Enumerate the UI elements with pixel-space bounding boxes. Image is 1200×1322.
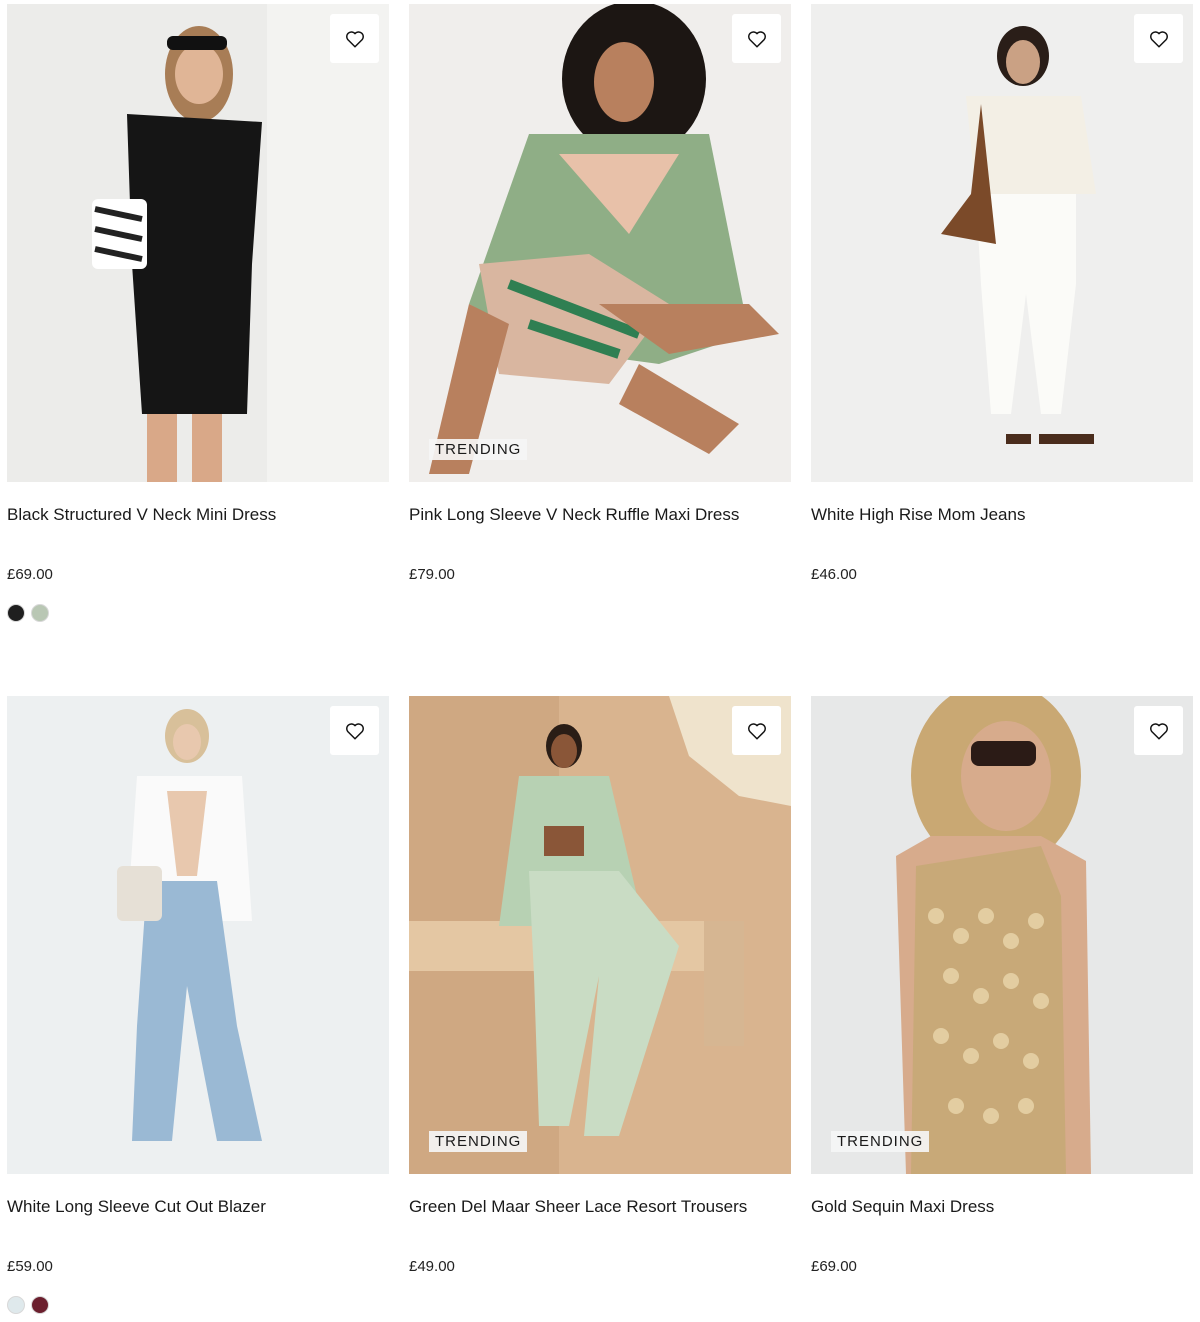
product-title[interactable]: White Long Sleeve Cut Out Blazer (7, 1196, 389, 1218)
heart-outline-icon (747, 722, 766, 740)
color-swatch[interactable] (31, 604, 49, 622)
product-image[interactable] (811, 4, 1193, 482)
wishlist-button[interactable] (1134, 14, 1183, 63)
product-price: £79.00 (409, 566, 455, 583)
wishlist-button[interactable] (732, 706, 781, 755)
product-title[interactable]: Green Del Maar Sheer Lace Resort Trouser… (409, 1196, 791, 1218)
product-card[interactable]: TRENDING Pink Long Sleeve V Neck Ruffle … (409, 4, 791, 585)
product-title[interactable]: Black Structured V Neck Mini Dress (7, 504, 389, 526)
product-card[interactable]: TRENDING Green Del Maar Sheer Lace Resor… (409, 696, 791, 1277)
product-image[interactable]: TRENDING (409, 4, 791, 482)
product-title[interactable]: Gold Sequin Maxi Dress (811, 1196, 1193, 1218)
product-card[interactable]: Black Structured V Neck Mini Dress £69.0… (7, 4, 389, 622)
trending-badge: TRENDING (831, 1131, 930, 1152)
product-title[interactable]: Pink Long Sleeve V Neck Ruffle Maxi Dres… (409, 504, 791, 526)
product-image[interactable] (7, 4, 389, 482)
product-price: £69.00 (7, 566, 53, 583)
wishlist-button[interactable] (330, 706, 379, 755)
product-price: £49.00 (409, 1258, 455, 1275)
product-image[interactable] (7, 696, 389, 1174)
color-swatch[interactable] (7, 1296, 25, 1314)
color-swatches (7, 604, 389, 622)
product-grid: Black Structured V Neck Mini Dress £69.0… (0, 0, 1200, 1322)
heart-outline-icon (747, 30, 766, 48)
wishlist-button[interactable] (330, 14, 379, 63)
product-card[interactable]: White High Rise Mom Jeans £46.00 (811, 4, 1193, 585)
product-image[interactable]: TRENDING (409, 696, 791, 1174)
product-price: £59.00 (7, 1258, 53, 1275)
product-image[interactable]: TRENDING (811, 696, 1193, 1174)
heart-outline-icon (345, 30, 364, 48)
heart-outline-icon (1149, 722, 1168, 740)
product-price: £46.00 (811, 566, 857, 583)
product-title[interactable]: White High Rise Mom Jeans (811, 504, 1193, 526)
heart-outline-icon (1149, 30, 1168, 48)
color-swatches (7, 1296, 389, 1314)
product-card[interactable]: White Long Sleeve Cut Out Blazer £59.00 (7, 696, 389, 1314)
color-swatch[interactable] (31, 1296, 49, 1314)
trending-badge: TRENDING (429, 439, 528, 460)
heart-outline-icon (345, 722, 364, 740)
wishlist-button[interactable] (732, 14, 781, 63)
color-swatch[interactable] (7, 604, 25, 622)
product-price: £69.00 (811, 1258, 857, 1275)
wishlist-button[interactable] (1134, 706, 1183, 755)
product-card[interactable]: TRENDING Gold Sequin Maxi Dress £69.00 (811, 696, 1193, 1277)
trending-badge: TRENDING (429, 1131, 528, 1152)
